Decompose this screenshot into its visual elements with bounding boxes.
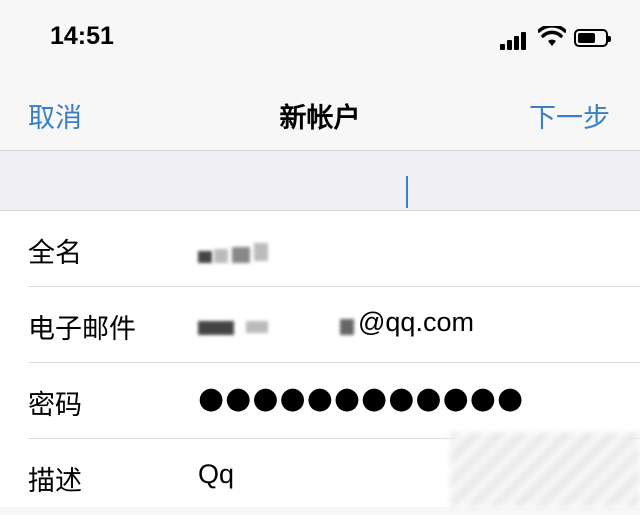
email-value-suffix: @qq.com [358, 307, 474, 337]
cellular-signal-icon [500, 30, 532, 50]
password-field[interactable]: ●●●●●●●●●●●● [198, 381, 524, 416]
full-name-row[interactable]: 全名 [0, 211, 640, 287]
text-cursor [406, 176, 408, 208]
description-label: 描述 [28, 466, 82, 497]
battery-icon [574, 29, 611, 47]
watermark-blur [450, 432, 640, 507]
section-spacer [0, 151, 640, 211]
navigation-bar: 取消 新帐户 下一步 [0, 80, 640, 151]
status-time: 14:51 [50, 22, 114, 50]
status-bar: 14:51 [0, 0, 640, 80]
next-button[interactable]: 下一步 [529, 96, 610, 135]
description-field[interactable]: Qq [198, 459, 234, 490]
wifi-icon [538, 26, 566, 46]
email-label: 电子邮件 [28, 314, 136, 345]
password-row[interactable]: 密码 ●●●●●●●●●●●● [0, 363, 640, 439]
full-name-label: 全名 [28, 238, 82, 269]
email-row[interactable]: 电子邮件 @qq.com [0, 287, 640, 363]
password-label: 密码 [28, 390, 82, 421]
